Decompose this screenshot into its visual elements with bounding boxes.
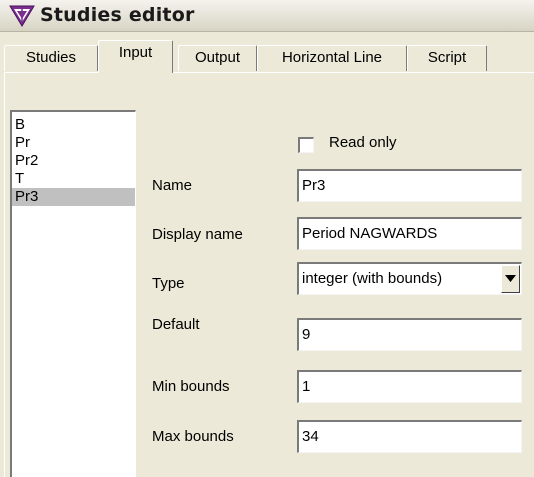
max-bounds-field[interactable]: 34 xyxy=(297,420,522,453)
tab-strip: Studies Input Output Horizontal Line Scr… xyxy=(0,38,534,73)
type-label: Type xyxy=(152,275,185,292)
read-only-label[interactable]: Read only xyxy=(329,134,397,151)
default-field[interactable]: 9 xyxy=(297,318,522,351)
title-bar[interactable]: Studies editor xyxy=(0,0,534,32)
min-bounds-label: Min bounds xyxy=(152,378,230,395)
min-bounds-field[interactable]: 1 xyxy=(297,370,522,403)
tab-output[interactable]: Output xyxy=(178,45,257,71)
name-label: Name xyxy=(152,177,193,194)
studies-editor-window: Studies editor Studies Input Output Hori… xyxy=(0,0,534,477)
tab-script[interactable]: Script xyxy=(407,45,487,71)
max-bounds-label: Max bounds xyxy=(152,428,234,445)
chevron-down-icon xyxy=(505,275,516,282)
tab-horizontal-line[interactable]: Horizontal Line xyxy=(257,45,407,71)
tab-studies[interactable]: Studies xyxy=(4,45,98,71)
inputs-list[interactable]: B Pr Pr2 T Pr3 xyxy=(10,110,136,477)
list-item-b[interactable]: B xyxy=(12,116,135,134)
default-label: Default xyxy=(152,316,200,333)
read-only-checkbox[interactable] xyxy=(298,137,314,153)
display-name-label: Display name xyxy=(152,226,243,243)
tab-input[interactable]: Input xyxy=(98,40,173,73)
studies-logo-icon xyxy=(9,5,35,27)
window-title: Studies editor xyxy=(40,4,195,26)
type-selected-value: integer (with bounds) xyxy=(302,270,443,287)
list-item-pr[interactable]: Pr xyxy=(12,134,135,152)
type-select[interactable]: integer (with bounds) xyxy=(297,262,522,295)
type-dropdown-button[interactable] xyxy=(501,265,520,293)
list-item-t[interactable]: T xyxy=(12,170,135,188)
list-item-pr2[interactable]: Pr2 xyxy=(12,152,135,170)
list-item-pr3[interactable]: Pr3 xyxy=(12,188,135,206)
name-field[interactable]: Pr3 xyxy=(297,169,522,202)
display-name-field[interactable]: Period NAGWARDS xyxy=(297,217,522,250)
